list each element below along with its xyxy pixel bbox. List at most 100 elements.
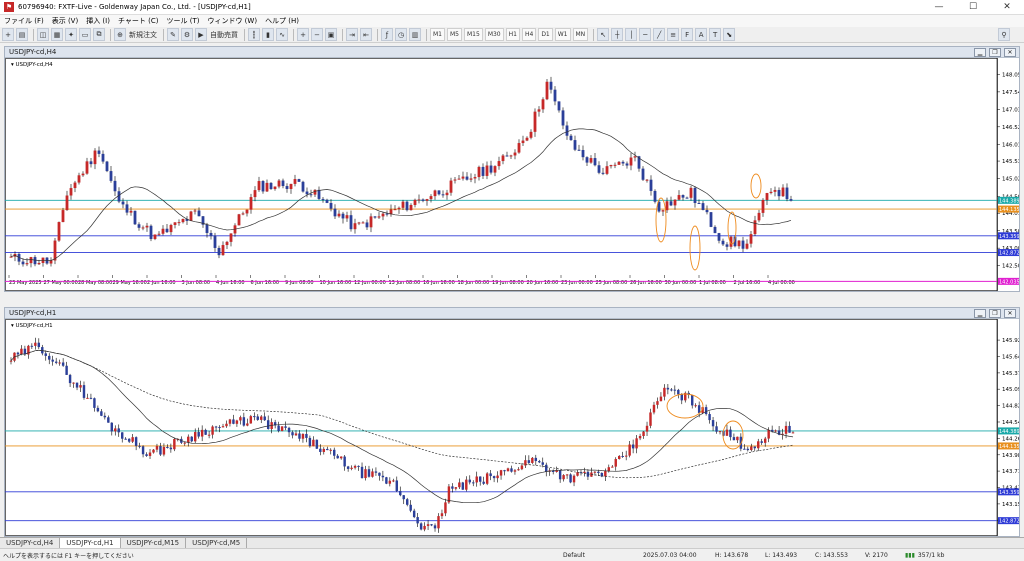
horizontal-line-icon[interactable]: ─	[639, 28, 652, 41]
candle-body	[473, 177, 477, 179]
candle-body	[29, 257, 33, 264]
candle-body	[93, 398, 96, 408]
candle-body	[374, 471, 378, 473]
timeframe-w1[interactable]: W1	[554, 28, 571, 41]
new-order-icon[interactable]: ⊕	[114, 28, 126, 41]
timeframe-mn[interactable]: MN	[572, 28, 589, 41]
tile-windows-icon[interactable]: ▣	[325, 28, 337, 41]
close-button[interactable]: ✕	[990, 0, 1024, 15]
time-tick-label: 27 May 00:00	[44, 280, 78, 286]
new-chart-icon[interactable]: +	[2, 28, 14, 41]
candle-body	[225, 241, 229, 246]
timeframe-h4[interactable]: H4	[521, 28, 537, 41]
search-icon[interactable]: ⚲	[998, 28, 1010, 41]
auto-trade-icon[interactable]: ▶	[195, 28, 207, 41]
tester-icon[interactable]: ⧉	[93, 28, 105, 41]
tab-usdjpy-m15[interactable]: USDJPY-cd,M15	[121, 538, 187, 548]
menu-help[interactable]: ヘルプ (H)	[265, 16, 299, 26]
candle-body	[166, 447, 169, 449]
chart-window-h1-title-bar[interactable]: USDJPY-cd,H1 ▁ ❐ ✕	[5, 308, 1019, 319]
trendline-icon[interactable]: ╱	[653, 28, 666, 41]
tab-usdjpy-h4[interactable]: USDJPY-cd,H4	[0, 538, 61, 548]
timeframe-h1[interactable]: H1	[505, 28, 520, 41]
menu-insert[interactable]: 挿入 (I)	[86, 16, 110, 26]
tab-usdjpy-h1[interactable]: USDJPY-cd,H1	[60, 538, 121, 548]
candle-body	[82, 385, 86, 398]
h1-close-button[interactable]: ✕	[1004, 308, 1016, 318]
indicators-icon[interactable]: ƒ	[381, 28, 393, 41]
bar-chart-icon[interactable]: ┇	[248, 28, 260, 41]
status-profile[interactable]: Default	[563, 552, 643, 559]
candle-body	[697, 405, 701, 413]
periods-icon[interactable]: ◷	[395, 28, 407, 41]
h1-minimize-button[interactable]: ▁	[974, 308, 986, 318]
autoscroll-icon[interactable]: ⇥	[346, 28, 358, 41]
market-watch-icon[interactable]: ◫	[37, 28, 49, 41]
candle-body	[361, 222, 365, 224]
zoom-in-icon[interactable]: +	[297, 28, 309, 41]
chart-window-h4[interactable]: USDJPY-cd,H4 ▁ ❐ ✕ ▾ USDJPY-cd,H4 148.050…	[4, 46, 1020, 292]
auto-trade-button[interactable]: 自動売買	[209, 28, 239, 41]
candle-body	[257, 181, 261, 191]
zoom-out-icon[interactable]: −	[311, 28, 323, 41]
channel-icon[interactable]: ≡	[667, 28, 680, 41]
candle-body	[161, 228, 165, 234]
label-icon[interactable]: T	[709, 28, 722, 41]
menu-file[interactable]: ファイル (F)	[4, 16, 44, 26]
menu-window[interactable]: ウィンドウ (W)	[207, 16, 257, 26]
candle-body	[189, 211, 193, 221]
data-window-icon[interactable]: ▦	[51, 28, 63, 41]
fibonacci-icon[interactable]: F	[681, 28, 694, 41]
candle-body	[105, 161, 109, 172]
menu-view[interactable]: 表示 (V)	[52, 16, 78, 26]
navigator-icon[interactable]: ✦	[65, 28, 77, 41]
chart-shift-icon[interactable]: ⇤	[360, 28, 372, 41]
new-order-button[interactable]: 新規注文	[128, 28, 158, 41]
maximize-button[interactable]: ☐	[956, 0, 990, 15]
candle-body	[93, 150, 97, 165]
h4-restore-button[interactable]: ❐	[989, 47, 1001, 57]
chart-h1-plot[interactable]: ▾ USDJPY-cd,H1 145.925 145.645 145.370 145.0…	[5, 319, 1019, 536]
candle-body	[690, 395, 694, 406]
candle-body	[381, 475, 385, 478]
price-tick-label: 144.265	[1002, 436, 1019, 442]
crosshair-icon[interactable]: ┼	[611, 28, 624, 41]
candle-body	[461, 176, 465, 179]
cursor-icon[interactable]: ↖	[597, 28, 610, 41]
menu-chart[interactable]: チャート (C)	[118, 16, 159, 26]
line-chart-icon[interactable]: ∿	[276, 28, 288, 41]
tab-usdjpy-m5[interactable]: USDJPY-cd,M5	[186, 538, 248, 548]
metaeditor-icon[interactable]: ✎	[167, 28, 179, 41]
text-icon[interactable]: A	[695, 28, 708, 41]
candle-body	[367, 469, 371, 477]
candle-body	[333, 208, 337, 217]
options-icon[interactable]: ⚙	[181, 28, 193, 41]
h4-minimize-button[interactable]: ▁	[974, 47, 986, 57]
timeframe-m5[interactable]: M5	[447, 28, 462, 41]
candle-body	[326, 448, 329, 451]
arrows-icon[interactable]: ⬊	[723, 28, 736, 41]
chart-h4-plot[interactable]: ▾ USDJPY-cd,H4 148.050 147.540 147.030 146.5…	[5, 58, 1019, 291]
terminal-icon[interactable]: ▭	[79, 28, 91, 41]
timeframe-m30[interactable]: M30	[484, 28, 504, 41]
price-tick-label: 143.985	[1002, 453, 1019, 459]
menu-tools[interactable]: ツール (T)	[166, 16, 199, 26]
candle-body	[209, 232, 213, 237]
candle-body	[205, 224, 209, 233]
candle-chart-icon[interactable]: ▮	[262, 28, 274, 41]
vertical-line-icon[interactable]: │	[625, 28, 638, 41]
timeframe-m1[interactable]: M1	[430, 28, 445, 41]
h1-restore-button[interactable]: ❐	[989, 308, 1001, 318]
profiles-icon[interactable]: ▤	[16, 28, 28, 41]
candle-body	[489, 165, 493, 173]
timeframe-d1[interactable]: D1	[538, 28, 553, 41]
candle-body	[708, 414, 711, 421]
timeframe-m15[interactable]: M15	[464, 28, 483, 41]
h4-close-button[interactable]: ✕	[1004, 47, 1016, 57]
candle-body	[200, 429, 204, 437]
templates-icon[interactable]: ▥	[409, 28, 421, 41]
candle-body	[638, 436, 642, 439]
chart-window-h4-title-bar[interactable]: USDJPY-cd,H4 ▁ ❐ ✕	[5, 47, 1019, 58]
minimize-button[interactable]: —	[922, 0, 956, 15]
chart-window-h1[interactable]: USDJPY-cd,H1 ▁ ❐ ✕ ▾ USDJPY-cd,H1 145.925…	[4, 307, 1020, 537]
